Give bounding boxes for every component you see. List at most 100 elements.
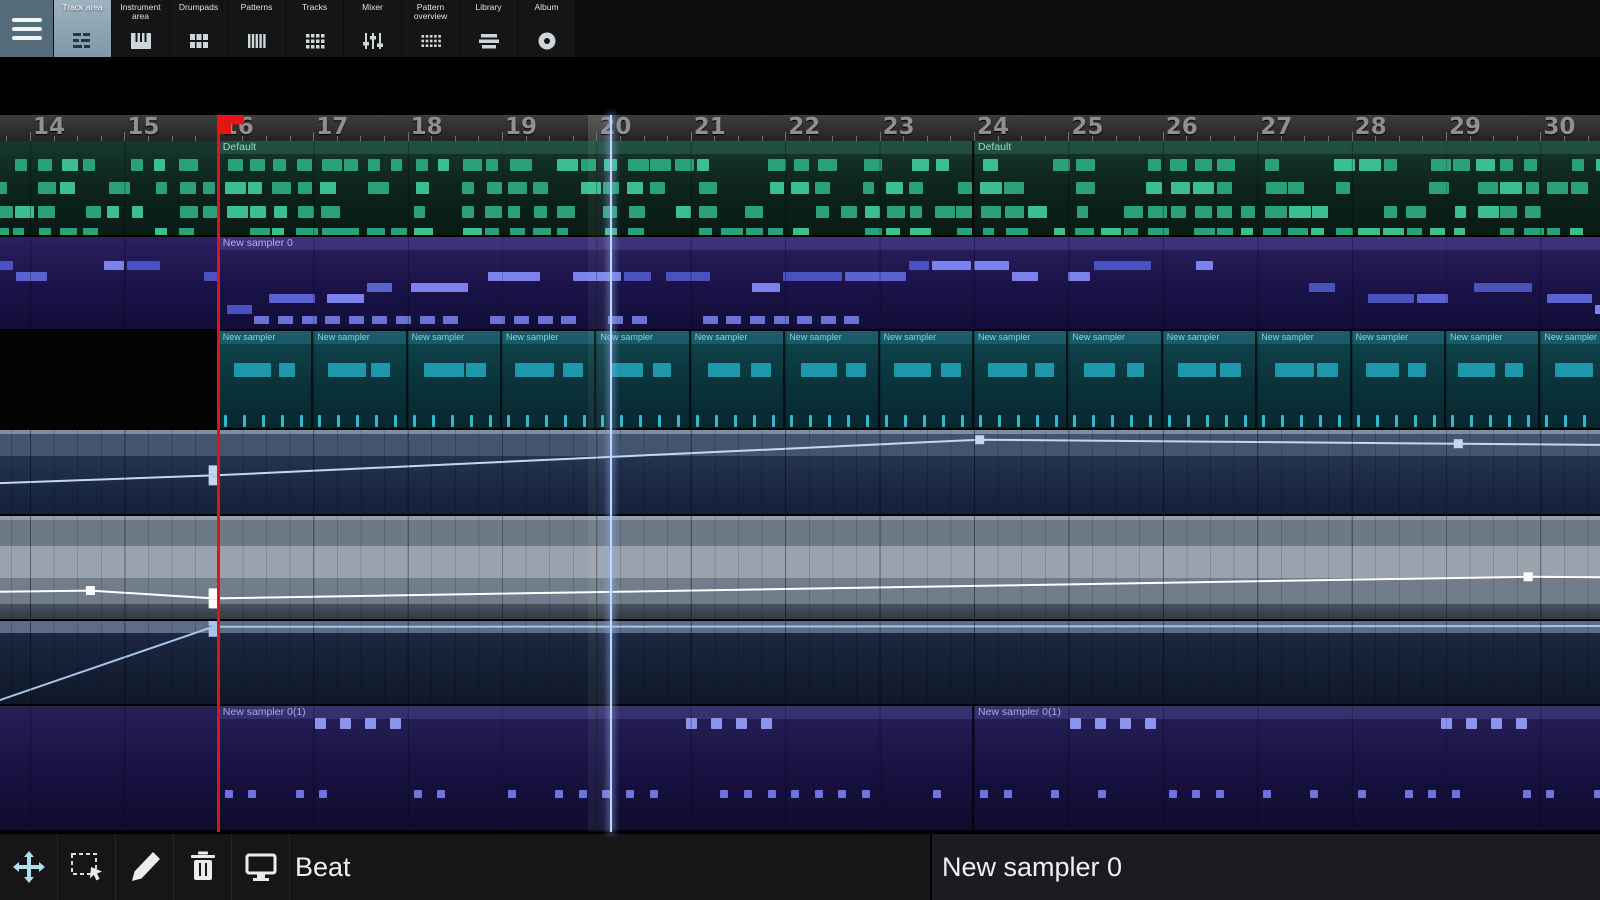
tab-patterns[interactable]: Patterns: [228, 0, 285, 57]
tab-tracks[interactable]: Tracks: [286, 0, 343, 57]
note-block: [318, 415, 321, 427]
pattern-clip[interactable]: New sampler: [1068, 331, 1162, 428]
note-block: [515, 363, 553, 377]
pattern-clip[interactable]: New sampler 0: [219, 237, 1600, 329]
ruler-tick: [785, 132, 786, 141]
note-block: [1266, 182, 1287, 194]
pencil-tool-button[interactable]: [116, 834, 174, 900]
ruler-bar-number: 19: [505, 115, 537, 140]
clip-header: Default: [974, 141, 1600, 154]
note-block: [62, 159, 79, 171]
note-block: [1262, 415, 1265, 427]
note-block: [923, 415, 926, 427]
note-block: [38, 182, 56, 194]
note-block: [912, 159, 929, 171]
ruler-tick: [974, 132, 975, 141]
pattern-clip[interactable]: New sampler: [1352, 331, 1446, 428]
note-block: [510, 159, 532, 171]
clip-header: New sampler: [1540, 331, 1600, 344]
pattern-clip[interactable]: New sampler: [1446, 331, 1540, 428]
tab-album[interactable]: Album: [518, 0, 575, 57]
pattern-clip[interactable]: New sampler: [1257, 331, 1351, 428]
menu-bar: [12, 18, 42, 22]
pattern-clip[interactable]: New sampler: [502, 331, 596, 428]
tab-mixer[interactable]: Mixer: [344, 0, 401, 57]
clip-label: New sampler: [317, 332, 370, 342]
note-block: [751, 363, 770, 377]
note-block: [910, 228, 931, 235]
clip-label: New sampler: [1356, 332, 1409, 342]
note-block: [1028, 206, 1047, 218]
note-block: [1500, 206, 1517, 218]
ruler-tick: [124, 132, 125, 141]
note-block: [1148, 159, 1162, 171]
track-name-label[interactable]: Beat: [295, 834, 351, 900]
pattern-clip[interactable]: Default: [219, 141, 974, 235]
select-tool-button[interactable]: [58, 834, 116, 900]
note-block: [1265, 206, 1286, 218]
pattern-clip[interactable]: New sampler: [408, 331, 502, 428]
selected-item-label[interactable]: New sampler 0: [942, 834, 1122, 900]
note-block: [941, 363, 961, 377]
pattern-clip[interactable]: [0, 141, 219, 235]
note-block: [538, 316, 553, 324]
select-tool-icon: [69, 849, 105, 885]
note-block: [1168, 415, 1171, 427]
instrument-area-icon: [130, 31, 152, 51]
trash-tool-button[interactable]: [174, 834, 232, 900]
tab-track-area[interactable]: Track area: [54, 0, 111, 57]
pattern-clip[interactable]: New sampler: [1163, 331, 1257, 428]
ruler-bar-number: 23: [883, 115, 915, 140]
tab-drumpads[interactable]: Drumpads: [170, 0, 227, 57]
note-block: [180, 206, 198, 218]
pattern-clip[interactable]: New sampler: [691, 331, 785, 428]
hamburger-menu-icon[interactable]: [0, 0, 53, 57]
clip-header: New sampler: [1446, 331, 1538, 344]
note-block: [720, 790, 728, 798]
note-block: [942, 415, 945, 427]
note-block: [0, 182, 7, 194]
note-block: [248, 182, 262, 194]
clip-header: New sampler 0: [219, 237, 1600, 250]
tab-pattern-overview[interactable]: Pattern overview: [402, 0, 459, 57]
pattern-clip[interactable]: New sampler: [313, 331, 407, 428]
note-block: [1075, 228, 1094, 235]
pattern-clip[interactable]: New sampler: [974, 331, 1068, 428]
move-tool-button[interactable]: [0, 834, 58, 900]
pattern-clip[interactable]: New sampler: [1540, 331, 1600, 428]
note-block: [1454, 228, 1465, 235]
pattern-clip[interactable]: [0, 237, 219, 329]
ruler-tick: [1257, 132, 1258, 141]
note-block: [462, 182, 474, 194]
pattern-clip[interactable]: New sampler: [785, 331, 879, 428]
automation-point[interactable]: [86, 586, 95, 595]
automation-point[interactable]: [1454, 439, 1463, 448]
pattern-clip[interactable]: Default: [974, 141, 1600, 235]
pattern-clip[interactable]: New sampler: [219, 331, 313, 428]
clip-header: New sampler: [880, 331, 972, 344]
automation-lane-2[interactable]: [0, 516, 1600, 621]
note-block: [1357, 415, 1360, 427]
pattern-clip[interactable]: New sampler 0(1): [219, 706, 974, 830]
pattern-clip[interactable]: [0, 706, 219, 830]
clip-label: Default: [978, 141, 1011, 153]
note-block: [1491, 718, 1502, 729]
automation-lane-1[interactable]: [0, 430, 1600, 516]
automation-curve: [0, 430, 1600, 514]
ruler-bar-number: 20: [599, 115, 631, 140]
clip-label: New sampler: [412, 332, 465, 342]
tab-library[interactable]: Library: [460, 0, 517, 57]
note-block: [904, 415, 907, 427]
note-block: [1317, 363, 1338, 377]
note-block: [627, 182, 643, 194]
screen-tool-button[interactable]: [232, 834, 290, 900]
note-block: [1441, 718, 1452, 729]
note-block: [424, 363, 464, 377]
pattern-clip[interactable]: New sampler: [880, 331, 974, 428]
tab-label: Pattern overview: [403, 3, 458, 22]
tab-instrument-area[interactable]: Instrument area: [112, 0, 169, 57]
automation-point[interactable]: [975, 435, 984, 444]
pattern-clip[interactable]: New sampler 0(1): [974, 706, 1600, 830]
automation-point[interactable]: [1524, 572, 1533, 581]
automation-lane-3[interactable]: [0, 621, 1600, 706]
